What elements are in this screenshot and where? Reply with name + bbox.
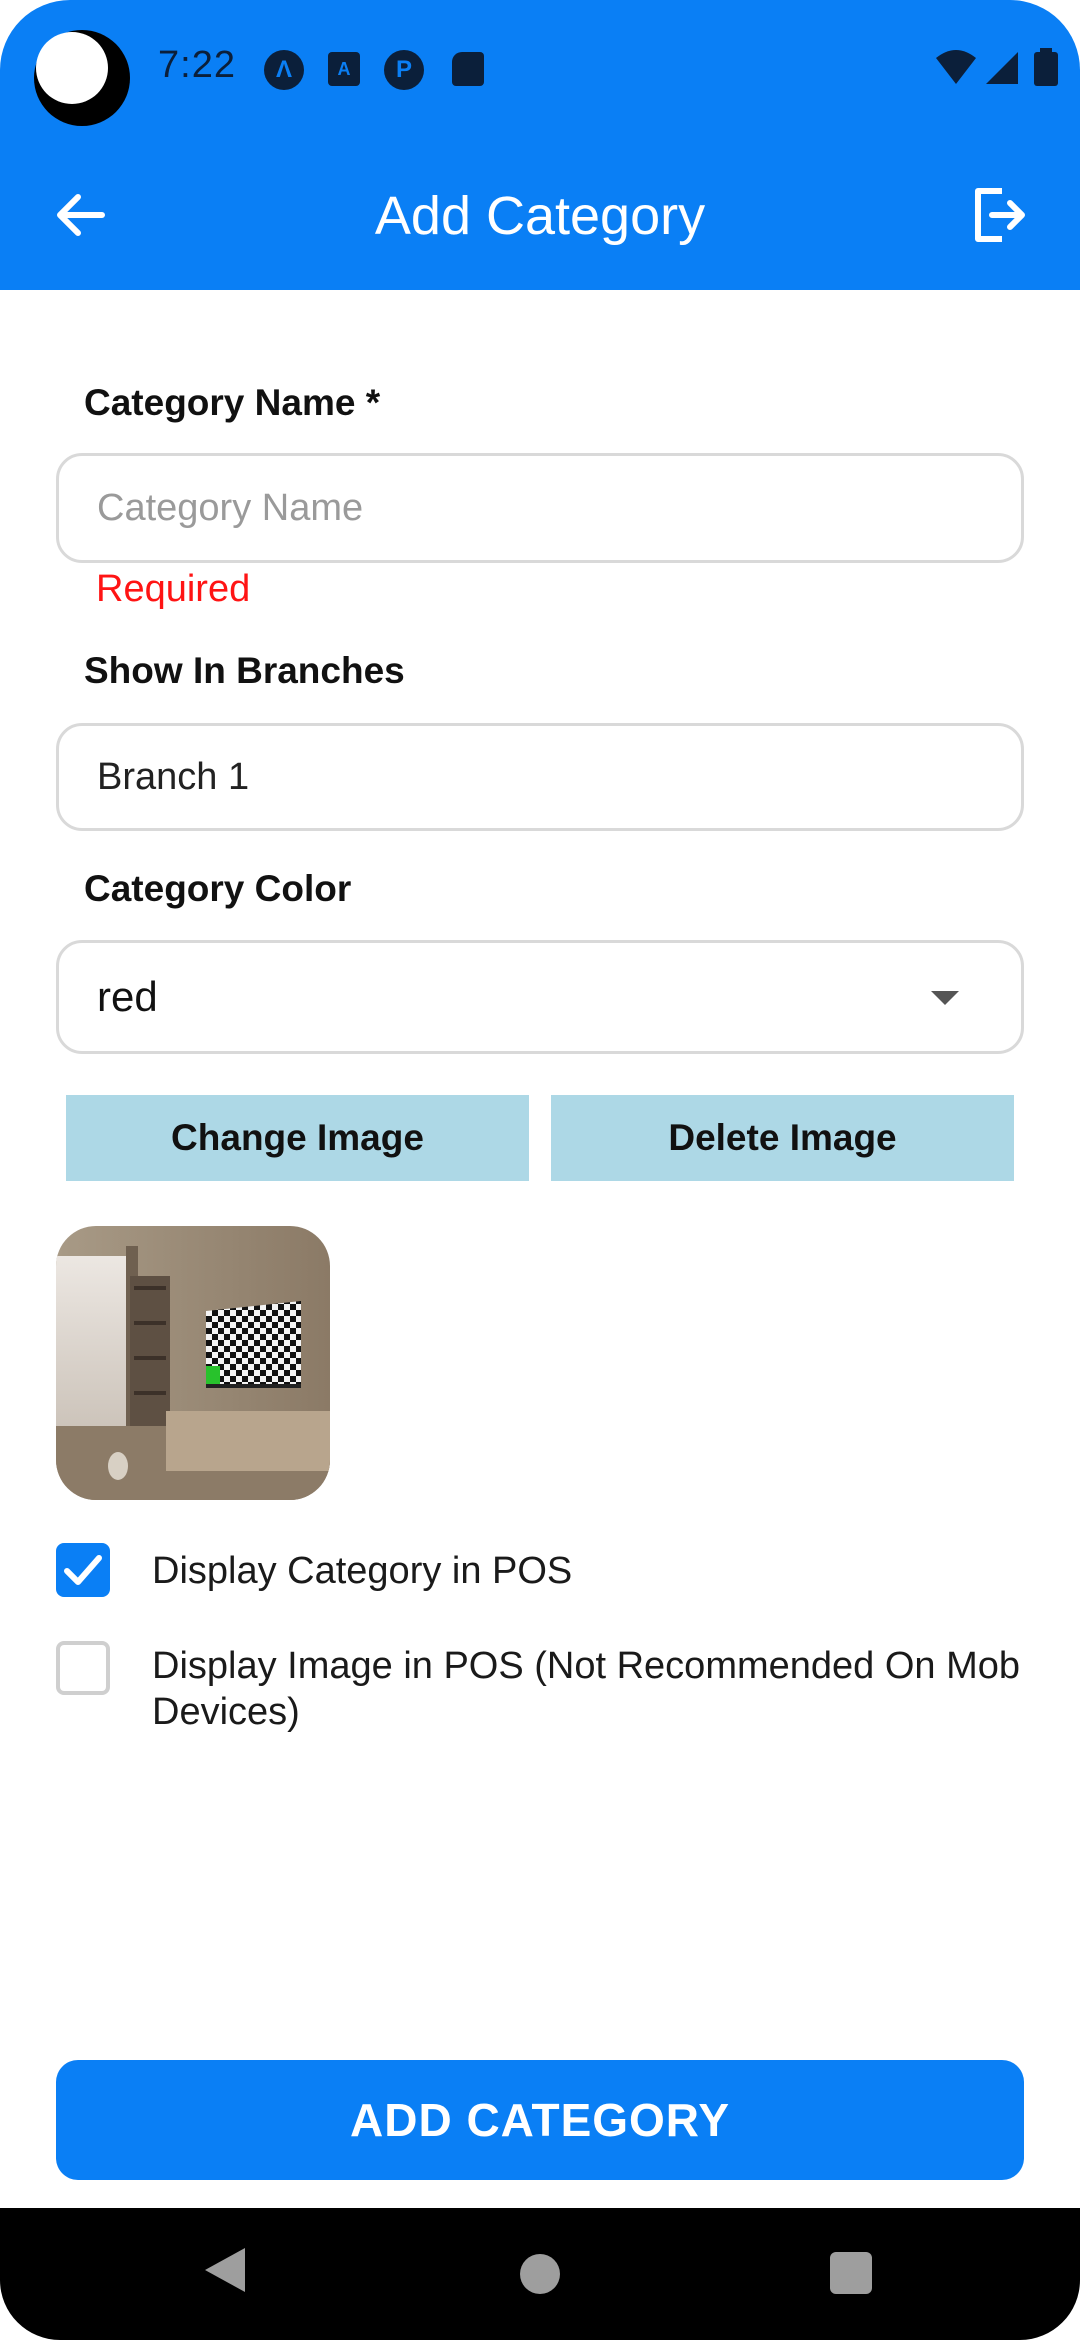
top-bar: 7:22 Λ A P Add Category [0,0,1080,290]
nav-back-icon[interactable] [205,2248,245,2292]
category-name-field[interactable] [56,453,1024,563]
add-category-button[interactable]: ADD CATEGORY [56,2060,1024,2180]
camera-cutout [34,30,130,126]
app-a-icon: Λ [264,50,304,90]
wifi-icon [936,50,976,84]
check-icon [64,1555,102,1585]
room-image [56,1226,330,1500]
branches-value: Branch 1 [97,755,250,798]
nav-home-icon[interactable] [520,2254,560,2294]
show-in-branches-label: Show In Branches [84,650,405,691]
battery-icon [1034,48,1058,86]
app-p-icon: P [384,50,424,90]
app-bar: Add Category [0,145,1080,285]
category-name-error: Required [96,568,251,610]
page-title: Add Category [374,186,706,246]
category-name-label: Category Name * [84,382,381,423]
category-color-value: red [97,973,158,1020]
category-image [56,1226,330,1500]
display-image-checkbox[interactable] [56,1641,110,1695]
nav-recents-icon[interactable] [830,2252,872,2294]
display-image-label: Display Image in POS (Not Recommended On… [152,1645,1021,1733]
display-category-label: Display Category in POS [152,1550,573,1592]
display-category-checkbox[interactable] [56,1543,110,1597]
keyboard-a-icon: A [328,52,360,86]
status-bar: 7:22 Λ A P [0,0,1080,135]
category-color-dropdown[interactable]: red [56,940,1024,1054]
screen: 7:22 Λ A P Add Category Category Name * … [0,0,1080,2340]
system-nav-bar [0,2208,1080,2340]
logout-icon [975,188,1025,242]
change-image-button[interactable]: Change Image [66,1095,529,1181]
signal-icon [986,52,1018,84]
dropdown-arrow-icon [931,991,959,1005]
logout-button[interactable] [960,175,1040,255]
branches-field[interactable]: Branch 1 [56,723,1024,831]
delete-image-button[interactable]: Delete Image [551,1095,1014,1181]
status-time: 7:22 [158,44,236,86]
category-name-input[interactable] [97,486,1021,530]
sd-card-icon [452,52,484,86]
category-color-label: Category Color [84,868,352,909]
